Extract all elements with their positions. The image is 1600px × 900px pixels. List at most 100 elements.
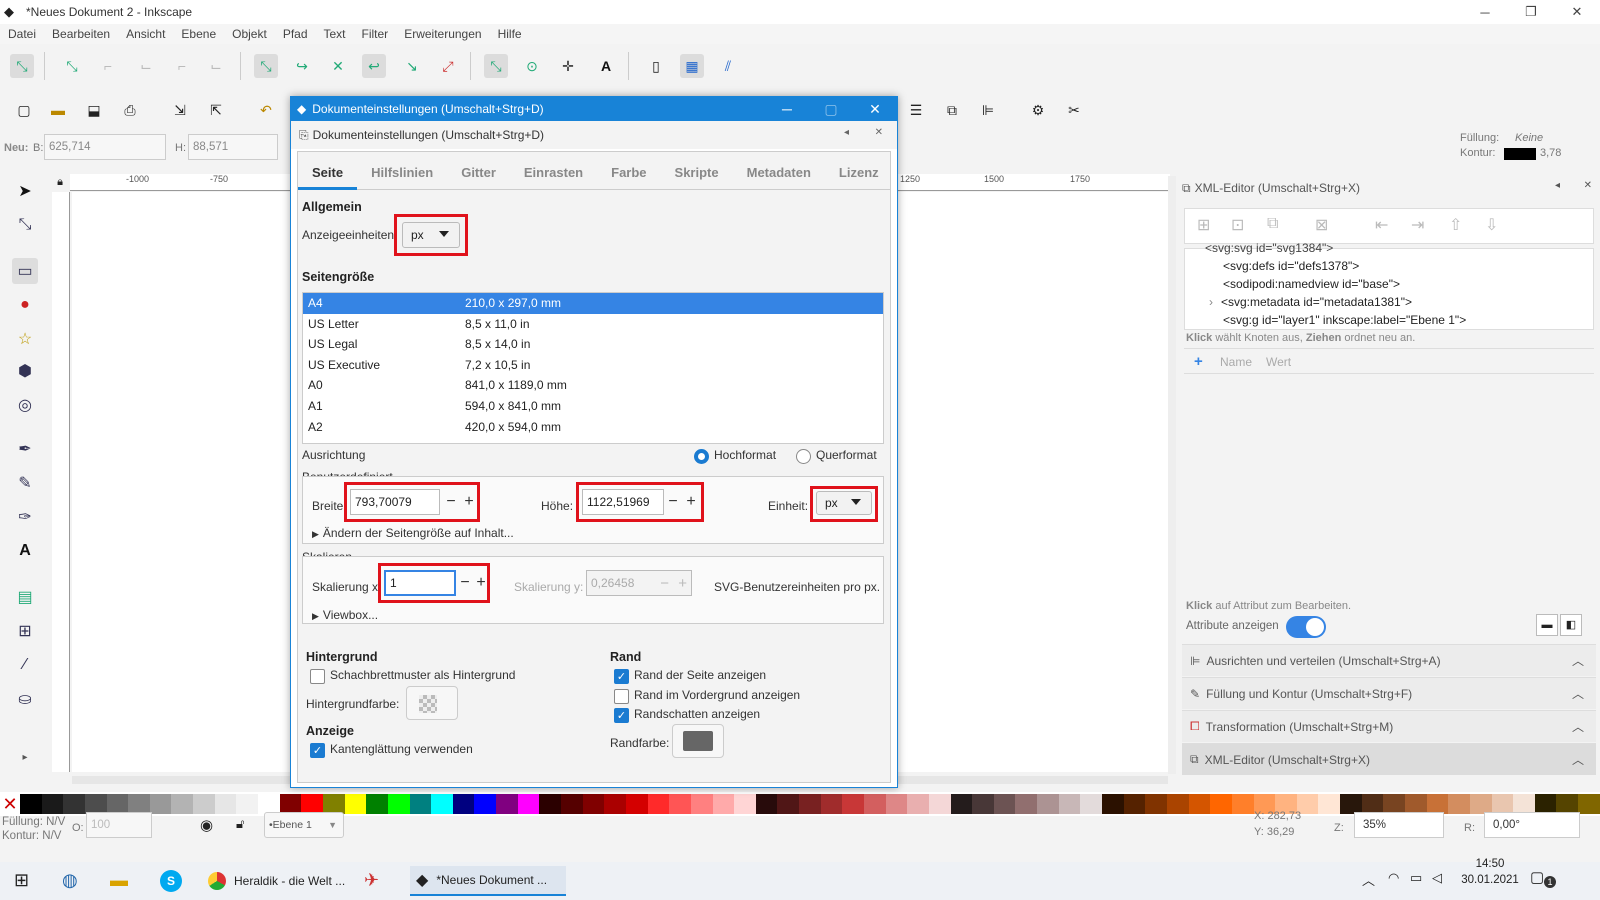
palette-swatch[interactable] xyxy=(63,794,85,814)
undock-icon[interactable]: ◂ xyxy=(1555,180,1560,191)
palette-swatch[interactable] xyxy=(928,794,951,814)
tab-seite[interactable]: Seite xyxy=(298,156,358,190)
width-decrement-button[interactable]: − xyxy=(442,490,460,514)
snap-midpoint-icon[interactable]: ⌐ xyxy=(170,54,194,78)
opacity-spinbox[interactable]: 100 xyxy=(86,812,152,838)
landscape-radio[interactable] xyxy=(796,449,811,464)
palette-swatch[interactable] xyxy=(1166,794,1189,814)
calligraphy-tool-icon[interactable]: ✑ xyxy=(12,504,38,530)
snap-page-border-icon[interactable]: ▯ xyxy=(644,54,668,78)
palette-swatch[interactable] xyxy=(409,794,432,814)
volume-icon[interactable]: ◁ xyxy=(1432,870,1442,886)
show-page-border-checkbox[interactable]: ✓ xyxy=(614,669,629,684)
layout-horizontal-icon[interactable]: ▬ xyxy=(1536,614,1558,636)
3d-box-tool-icon[interactable]: ⬢ xyxy=(12,358,38,384)
menu-datei[interactable]: Datei xyxy=(8,27,36,41)
palette-swatch[interactable] xyxy=(474,794,497,814)
palette-swatch[interactable] xyxy=(171,794,194,814)
menu-hilfe[interactable]: Hilfe xyxy=(498,27,522,41)
snap-grid-icon[interactable]: ▦ xyxy=(680,54,704,78)
palette-swatch[interactable] xyxy=(561,794,583,814)
tab-gitter[interactable]: Gitter xyxy=(447,156,510,190)
snap-others-icon[interactable]: ⤡ xyxy=(484,54,508,78)
list-item[interactable]: A0 841,0 x 1189,0 mm xyxy=(303,375,883,396)
list-item[interactable]: US Letter 8,5 x 11,0 in xyxy=(303,314,883,335)
add-attribute-icon[interactable]: + xyxy=(1194,353,1203,370)
preferences-icon[interactable]: ⚙ xyxy=(1026,98,1050,122)
clock-date[interactable]: 30.01.2021 xyxy=(1456,874,1524,886)
panel-align-distribute[interactable]: ⊫ Ausrichten und verteilen (Umschalt+Strg… xyxy=(1182,644,1596,676)
new-text-node-icon[interactable]: ⊡ xyxy=(1231,215,1244,235)
layout-vertical-icon[interactable]: ◧ xyxy=(1560,614,1582,636)
notification-icon[interactable]: ▢ xyxy=(1530,868,1544,886)
palette-swatch[interactable] xyxy=(712,794,735,814)
dropper-tool-icon[interactable]: ⁄ xyxy=(12,652,38,678)
height-decrement-button[interactable]: − xyxy=(664,490,682,514)
lower-node-icon[interactable]: ⇩ xyxy=(1485,215,1498,235)
palette-swatch[interactable] xyxy=(1188,794,1211,814)
dialog-close-button[interactable]: ✕ xyxy=(853,97,897,121)
menu-bearbeiten[interactable]: Bearbeiten xyxy=(52,27,110,41)
snap-bbox-icon[interactable]: ⤡ xyxy=(60,54,84,78)
node-tool-icon[interactable]: ⤡ xyxy=(12,212,38,238)
paint-bucket-tool-icon[interactable]: ⛀ xyxy=(12,686,38,712)
scale-x-input[interactable]: 1 xyxy=(384,570,456,596)
palette-swatch[interactable] xyxy=(1405,794,1427,814)
layer-dropdown[interactable]: •Ebene 1 ▼ xyxy=(264,812,344,838)
palette-swatch[interactable] xyxy=(1037,794,1059,814)
menu-erweiterungen[interactable]: Erweiterungen xyxy=(404,27,481,41)
palette-swatch[interactable] xyxy=(322,794,345,814)
width-input[interactable]: 793,70079 xyxy=(350,489,440,515)
snap-center-icon[interactable]: ⌙ xyxy=(204,54,228,78)
layers-icon[interactable]: ☰ xyxy=(904,98,928,122)
duplicate-node-icon[interactable]: ⧉ xyxy=(1267,215,1278,233)
new-element-node-icon[interactable]: ⊞ xyxy=(1197,215,1210,235)
height-spinbox[interactable]: 88,571 xyxy=(188,134,278,160)
canvas-vertical-scrollbar[interactable] xyxy=(1168,176,1176,774)
palette-swatch[interactable] xyxy=(993,794,1016,814)
palette-swatch[interactable] xyxy=(1361,794,1384,814)
menu-filter[interactable]: Filter xyxy=(362,27,389,41)
tab-farbe[interactable]: Farbe xyxy=(597,156,660,190)
palette-swatch[interactable] xyxy=(452,794,475,814)
list-item[interactable]: A2 420,0 x 594,0 mm xyxy=(303,417,883,438)
palette-swatch[interactable] xyxy=(214,794,237,814)
text-tool-icon[interactable]: A xyxy=(12,538,38,564)
clock-time[interactable]: 14:50 xyxy=(1462,858,1518,870)
no-paint-swatch[interactable]: ✕ xyxy=(0,794,20,814)
snap-smooth-icon[interactable]: ↘ xyxy=(400,54,424,78)
palette-swatch[interactable] xyxy=(842,794,864,814)
palette-swatch[interactable] xyxy=(1318,794,1341,814)
lock-guides-icon[interactable]: 🔒︎ xyxy=(52,174,68,190)
palette-swatch[interactable] xyxy=(1145,794,1167,814)
tab-hilfslinien[interactable]: Hilfslinien xyxy=(357,156,447,190)
display-units-dropdown[interactable]: px xyxy=(402,222,460,248)
stroke-swatch[interactable] xyxy=(1504,148,1536,160)
expand-icon[interactable]: ▸ xyxy=(12,744,38,770)
raise-node-icon[interactable]: ⇧ xyxy=(1449,215,1462,235)
palette-swatch[interactable] xyxy=(625,794,648,814)
tray-chevron-icon[interactable]: ︿ xyxy=(1362,870,1375,889)
border-color-button[interactable] xyxy=(672,724,724,758)
xml-node[interactable]: <svg:defs id="defs1378"> xyxy=(1185,257,1593,275)
scale-x-increment-button[interactable]: + xyxy=(472,571,490,595)
new-document-icon[interactable]: ▢ xyxy=(12,98,36,122)
palette-swatch[interactable] xyxy=(604,794,626,814)
xml-node-expandable[interactable]: › <svg:metadata id="metadata1381"> xyxy=(1185,293,1593,311)
viewbox-expander[interactable]: ▶ Viewbox... xyxy=(312,608,378,622)
snap-corner-icon[interactable]: ⌙ xyxy=(134,54,158,78)
menu-text[interactable]: Text xyxy=(324,27,346,41)
antialiasing-checkbox[interactable]: ✓ xyxy=(310,743,325,758)
file-explorer-icon[interactable]: ▬ xyxy=(110,870,128,891)
palette-swatch[interactable] xyxy=(950,794,973,814)
palette-swatch[interactable] xyxy=(1340,794,1362,814)
snap-intersection-icon[interactable]: ✕ xyxy=(326,54,350,78)
maximize-button[interactable]: ❐ xyxy=(1508,0,1554,24)
panel-fill-stroke[interactable]: ✎ Füllung und Kontur (Umschalt+Strg+F) ︿ xyxy=(1182,677,1596,709)
battery-icon[interactable]: ▭ xyxy=(1410,870,1422,886)
panel-transform[interactable]: ⧠ Transformation (Umschalt+Strg+M) ︿ xyxy=(1182,710,1596,742)
palette-swatch[interactable] xyxy=(1123,794,1146,814)
skype-icon[interactable]: S xyxy=(160,870,182,892)
export-icon[interactable]: ⇱ xyxy=(204,98,228,122)
palette-swatch[interactable] xyxy=(907,794,929,814)
